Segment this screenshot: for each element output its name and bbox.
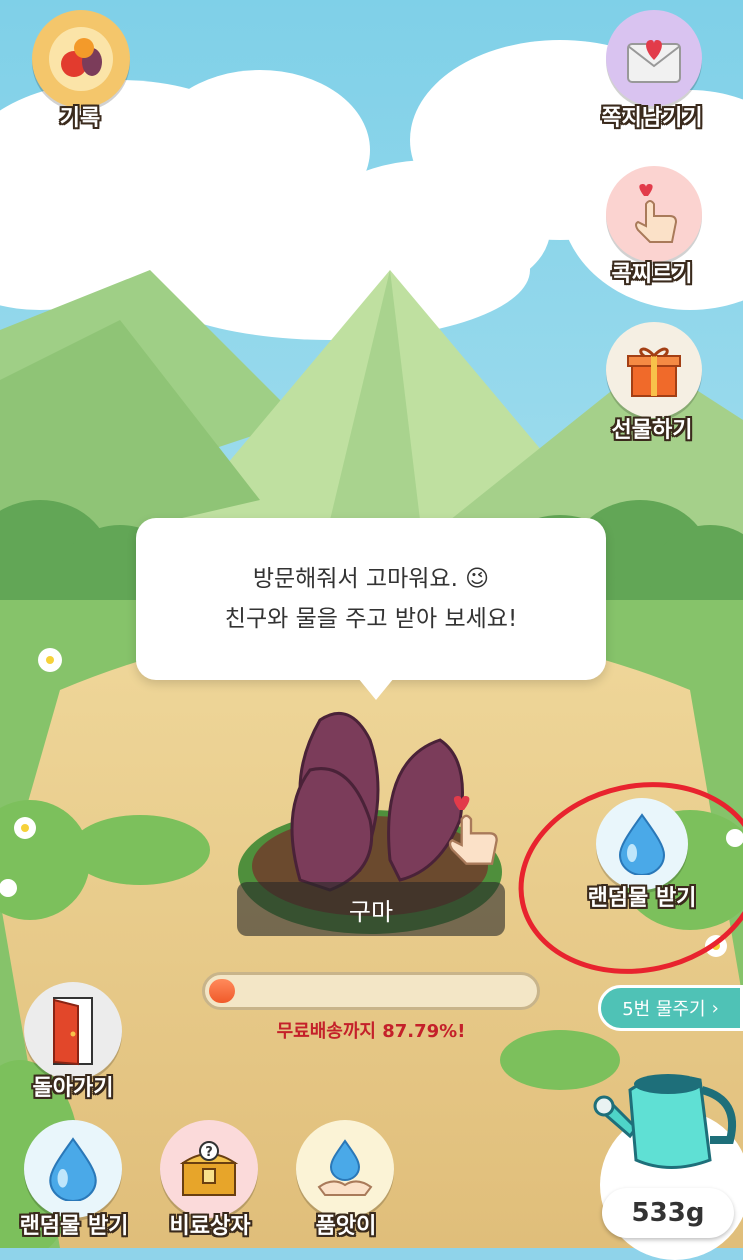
treasure-chest-icon: ? (179, 1141, 239, 1196)
back-button[interactable] (24, 982, 122, 1080)
fruit-basket-icon (49, 27, 113, 91)
speech-bubble: 방문해줘서 고마워요. 😉 친구와 물을 주고 받아 보세요! (136, 518, 606, 700)
water-weight-value: 533g (631, 1198, 705, 1228)
gift-button[interactable] (606, 322, 702, 418)
random-water-label-bottom: 랜덤물 받기 (19, 1214, 129, 1239)
water-drop-icon (49, 1137, 97, 1201)
back-label: 돌아가기 (32, 1076, 114, 1101)
door-icon (53, 997, 93, 1066)
record-button[interactable] (32, 10, 130, 108)
fertilizer-box-button[interactable]: ? (160, 1120, 258, 1218)
delivery-progress-bar (202, 972, 540, 1010)
random-water-button-bottom[interactable] (24, 1120, 122, 1218)
water-five-times-button[interactable]: 5번 물주기 › (598, 985, 743, 1031)
chevron-right-icon: › (711, 997, 719, 1019)
water-weight-badge: 533g (602, 1188, 734, 1238)
tap-hint-hand-icon (448, 796, 498, 865)
fertilizer-box-label: 비료상자 (169, 1214, 251, 1239)
random-water-label-side: 랜덤물 받기 (587, 886, 697, 911)
love-letter-icon (627, 40, 681, 83)
pumasi-label: 품앗이 (315, 1214, 377, 1239)
leave-note-label: 쪽지남기기 (601, 106, 703, 131)
delivery-progress-fill (209, 979, 235, 1003)
poke-label: 콕찌르기 (611, 262, 693, 287)
bubble-line-1: 방문해줘서 고마워요. 😉 (252, 566, 490, 592)
leave-note-button[interactable] (606, 10, 702, 106)
water-drop-icon (618, 813, 666, 875)
random-water-button-side[interactable] (596, 798, 688, 890)
record-label: 기록 (59, 106, 101, 131)
svg-text:?: ? (205, 1145, 213, 1160)
water-five-times-label: 5번 물주기 (622, 999, 706, 1020)
plant-name-plate: 구마 (237, 882, 505, 936)
hand-drop-icon (317, 1139, 373, 1196)
gift-box-icon (627, 347, 681, 397)
plant-name: 구마 (348, 897, 394, 926)
watering-can-icon (593, 1074, 737, 1169)
bubble-line-2: 친구와 물을 주고 받아 보세요! (224, 606, 518, 632)
poke-finger-icon (635, 184, 678, 243)
delivery-progress-text: 무료배송까지 87.79%! (276, 1021, 466, 1042)
pumasi-button[interactable] (296, 1120, 394, 1218)
gift-label: 선물하기 (611, 418, 693, 443)
poke-button[interactable] (606, 166, 702, 262)
